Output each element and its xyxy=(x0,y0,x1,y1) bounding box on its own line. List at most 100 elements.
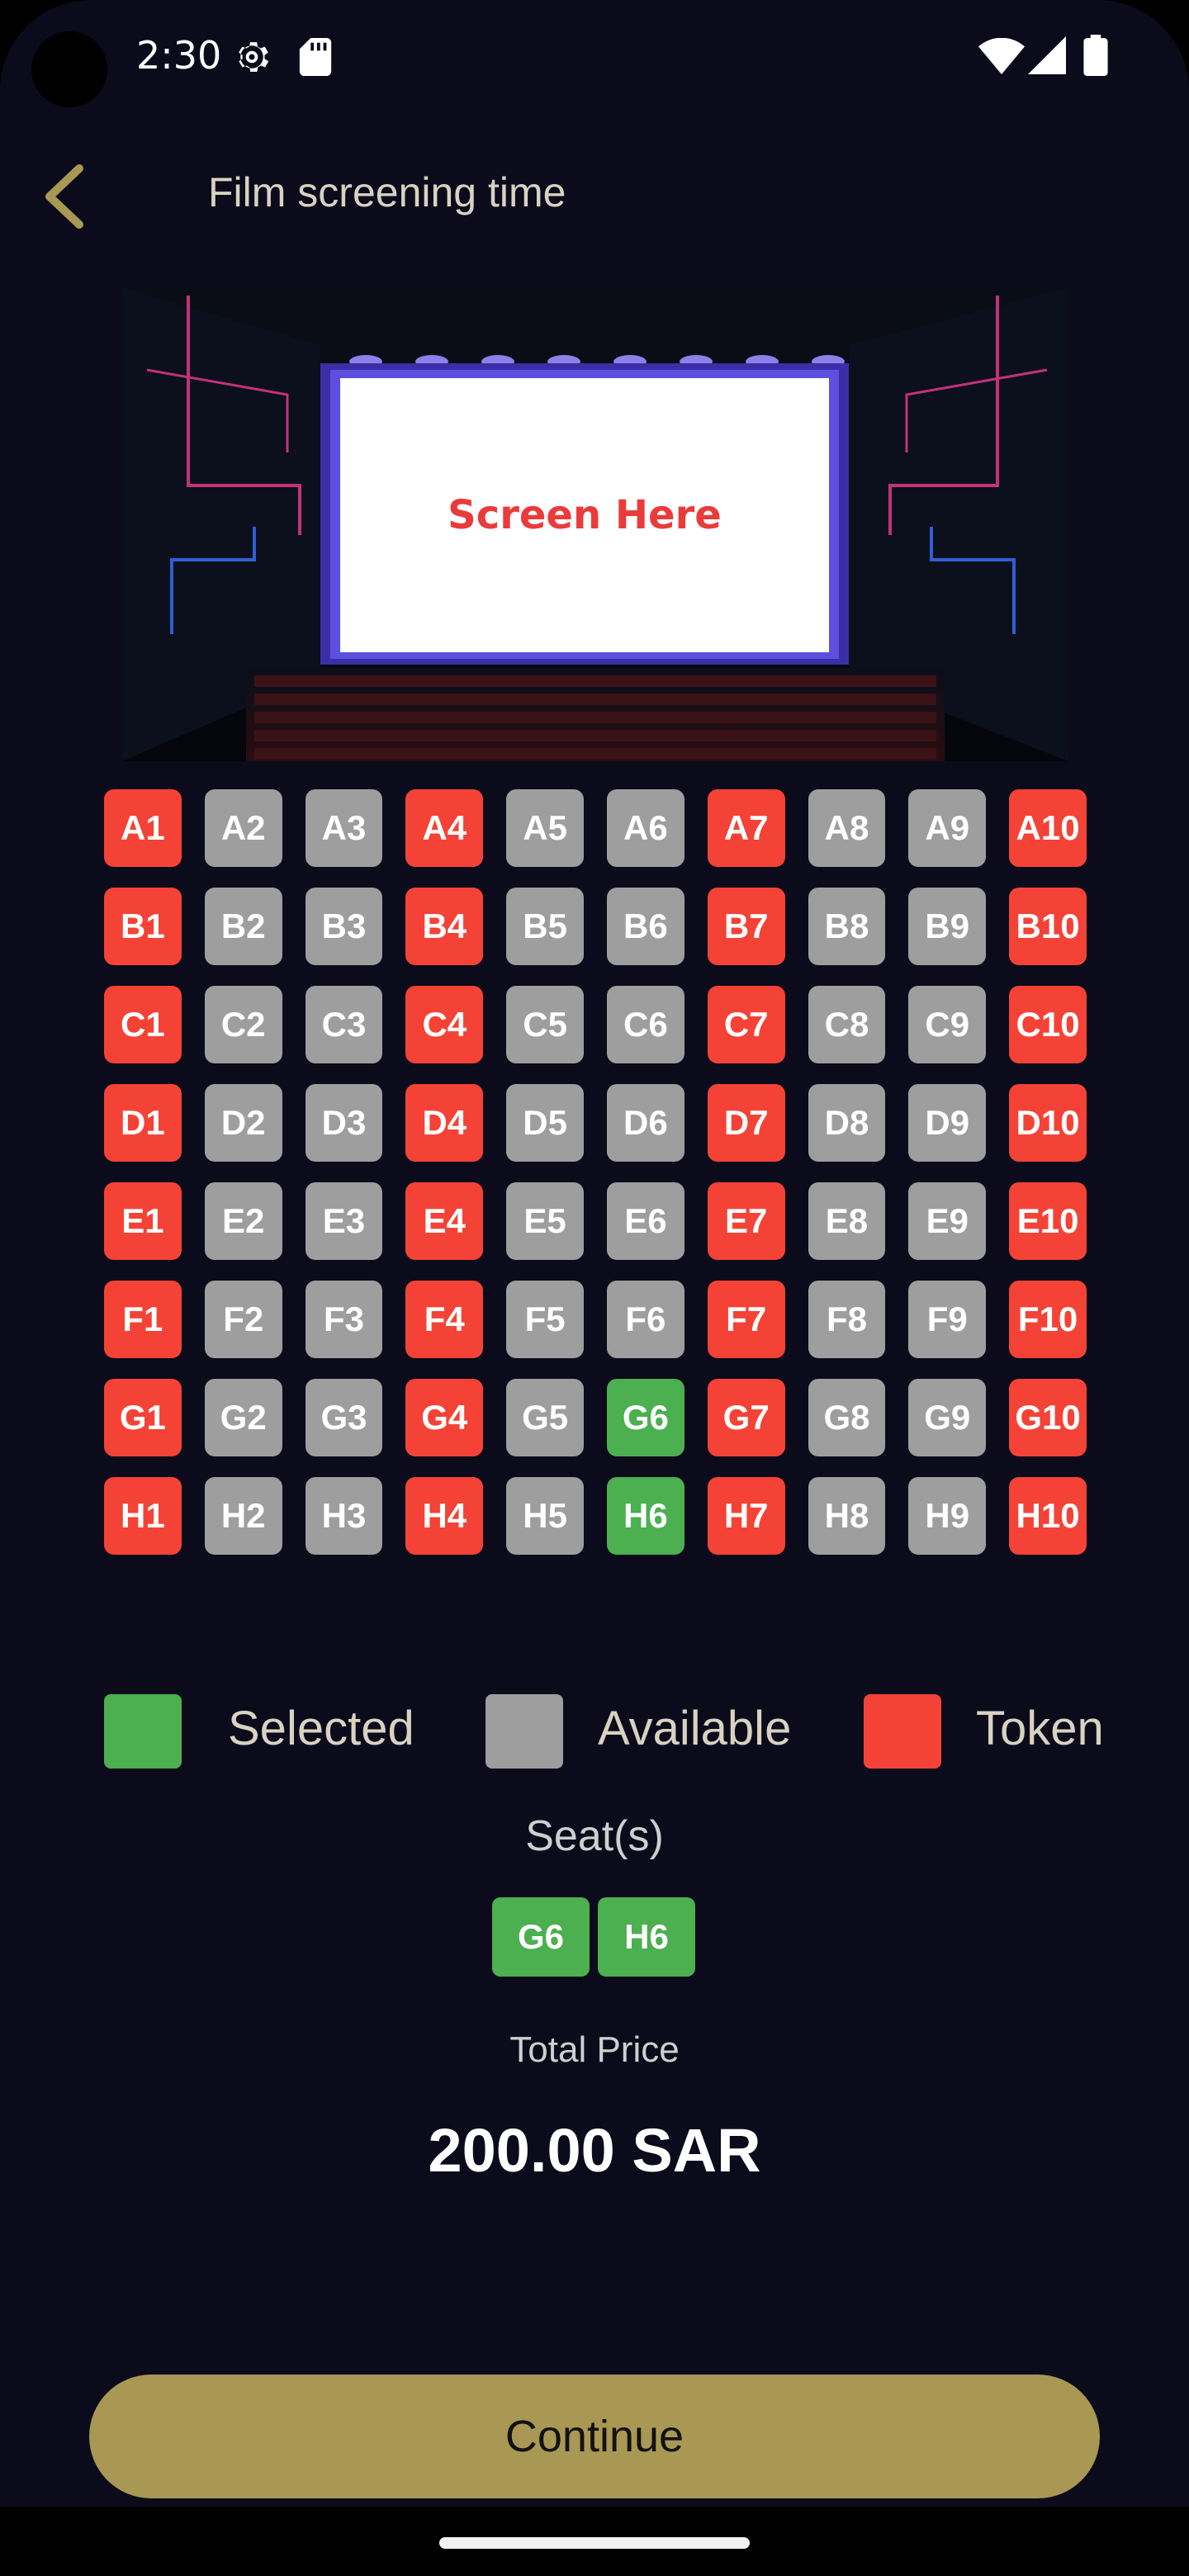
home-indicator[interactable] xyxy=(439,2537,750,2549)
total-price-value: 200.00 SAR xyxy=(428,2116,761,2185)
seat-e6[interactable]: E6 xyxy=(606,1182,685,1260)
seat-e4: E4 xyxy=(405,1182,484,1260)
seat-row-b: B1 B2 B3 B4 B5 B6 B7 B8 B9 B10 xyxy=(104,888,1087,965)
continue-button[interactable]: Continue xyxy=(89,2375,1100,2498)
seat-g1: G1 xyxy=(104,1379,182,1456)
seat-c9[interactable]: C9 xyxy=(908,986,987,1063)
seat-e3[interactable]: E3 xyxy=(305,1182,383,1260)
seat-row-f: F1 F2 F3 F4 F5 F6 F7 F8 F9 F10 xyxy=(104,1281,1087,1358)
seat-a3[interactable]: A3 xyxy=(305,789,383,867)
seat-g3[interactable]: G3 xyxy=(305,1379,383,1456)
seat-b8[interactable]: B8 xyxy=(808,888,886,965)
seat-row-a: A1 A2 A3 A4 A5 A6 A7 A8 A9 A10 xyxy=(104,789,1087,867)
seat-e9[interactable]: E9 xyxy=(908,1182,987,1260)
seat-a7: A7 xyxy=(707,789,785,867)
seat-f10: F10 xyxy=(1009,1281,1087,1358)
seat-a6[interactable]: A6 xyxy=(606,789,685,867)
status-time: 2:30 xyxy=(136,33,222,78)
phone-screen: 2:30 Film screening time Screen Here A1 … xyxy=(0,0,1189,2576)
seat-g6[interactable]: G6 xyxy=(606,1379,685,1456)
cinema-screen-image: Screen Here xyxy=(122,287,1068,761)
seat-d2[interactable]: D2 xyxy=(204,1084,282,1162)
seat-row-c: C1 C2 C3 C4 C5 C6 C7 C8 C9 C10 xyxy=(104,986,1087,1063)
seat-h5[interactable]: H5 xyxy=(506,1477,584,1555)
seat-g4: G4 xyxy=(405,1379,484,1456)
seat-g8[interactable]: G8 xyxy=(808,1379,886,1456)
seat-d8[interactable]: D8 xyxy=(808,1084,886,1162)
seat-c5[interactable]: C5 xyxy=(506,986,584,1063)
seat-h4: H4 xyxy=(405,1477,484,1555)
seat-e8[interactable]: E8 xyxy=(808,1182,886,1260)
seat-row-e: E1 E2 E3 E4 E5 E6 E7 E8 E9 E10 xyxy=(104,1182,1087,1260)
seat-g10: G10 xyxy=(1009,1379,1087,1456)
seat-e2[interactable]: E2 xyxy=(204,1182,282,1260)
seat-b3[interactable]: B3 xyxy=(305,888,383,965)
seat-h7: H7 xyxy=(707,1477,785,1555)
status-bar: 2:30 xyxy=(0,0,1189,116)
sd-card-icon xyxy=(299,38,332,76)
seat-c6[interactable]: C6 xyxy=(606,986,685,1063)
seat-h6[interactable]: H6 xyxy=(606,1477,685,1555)
seat-a1: A1 xyxy=(104,789,182,867)
seat-h9[interactable]: H9 xyxy=(908,1477,987,1555)
seat-e1: E1 xyxy=(104,1182,182,1260)
seat-f9[interactable]: F9 xyxy=(908,1281,987,1358)
seat-h3[interactable]: H3 xyxy=(305,1477,383,1555)
seat-b10: B10 xyxy=(1009,888,1087,965)
wifi-icon xyxy=(978,38,1025,74)
seat-d3[interactable]: D3 xyxy=(305,1084,383,1162)
seat-f3[interactable]: F3 xyxy=(305,1281,383,1358)
seat-d5[interactable]: D5 xyxy=(506,1084,584,1162)
seat-b6[interactable]: B6 xyxy=(606,888,685,965)
legend-token-swatch xyxy=(864,1694,941,1769)
seat-b4: B4 xyxy=(405,888,484,965)
legend-available-label: Available xyxy=(598,1702,792,1755)
seats-label: Seat(s) xyxy=(525,1812,664,1860)
seat-g2[interactable]: G2 xyxy=(204,1379,282,1456)
seat-h10: H10 xyxy=(1009,1477,1087,1555)
seat-f8[interactable]: F8 xyxy=(808,1281,886,1358)
seat-a8[interactable]: A8 xyxy=(808,789,886,867)
screen-label: Screen Here xyxy=(448,492,722,538)
seat-f5[interactable]: F5 xyxy=(506,1281,584,1358)
camera-cutout xyxy=(31,31,107,107)
seat-f4: F4 xyxy=(405,1281,484,1358)
seat-row-d: D1 D2 D3 D4 D5 D6 D7 D8 D9 D10 xyxy=(104,1084,1087,1162)
seat-row-h: H1 H2 H3 H4 H5 H6 H7 H8 H9 H10 xyxy=(104,1477,1087,1555)
seat-b7: B7 xyxy=(707,888,785,965)
seat-grid: A1 A2 A3 A4 A5 A6 A7 A8 A9 A10 B1 B2 B3 B4 B5 B6 B7 B8 B9 B… xyxy=(104,789,1087,1575)
seat-c4: C4 xyxy=(405,986,484,1063)
legend-selected-label: Selected xyxy=(228,1702,414,1755)
seat-a10: A10 xyxy=(1009,789,1087,867)
battery-icon xyxy=(1083,35,1108,76)
legend-token-label: Token xyxy=(976,1702,1104,1755)
seat-g9[interactable]: G9 xyxy=(908,1379,987,1456)
seat-b2[interactable]: B2 xyxy=(204,888,282,965)
seat-c3[interactable]: C3 xyxy=(305,986,383,1063)
seat-b5[interactable]: B5 xyxy=(506,888,584,965)
seat-a5[interactable]: A5 xyxy=(506,789,584,867)
seat-a2[interactable]: A2 xyxy=(204,789,282,867)
seat-a4: A4 xyxy=(405,789,484,867)
seat-d10: D10 xyxy=(1009,1084,1087,1162)
seat-g7: G7 xyxy=(707,1379,785,1456)
seat-h2[interactable]: H2 xyxy=(204,1477,282,1555)
seat-f2[interactable]: F2 xyxy=(204,1281,282,1358)
seat-d6[interactable]: D6 xyxy=(606,1084,685,1162)
seat-h8[interactable]: H8 xyxy=(808,1477,886,1555)
seat-a9[interactable]: A9 xyxy=(908,789,987,867)
back-button[interactable] xyxy=(36,162,89,231)
seat-d9[interactable]: D9 xyxy=(908,1084,987,1162)
seat-e7: E7 xyxy=(707,1182,785,1260)
seat-e5[interactable]: E5 xyxy=(506,1182,584,1260)
seat-c2[interactable]: C2 xyxy=(204,986,282,1063)
seat-c8[interactable]: C8 xyxy=(808,986,886,1063)
chosen-seats: G6 H6 xyxy=(492,1897,703,1977)
gear-icon xyxy=(239,42,269,72)
seat-b1: B1 xyxy=(104,888,182,965)
seat-g5[interactable]: G5 xyxy=(506,1379,584,1456)
total-price-label: Total Price xyxy=(509,2029,680,2070)
seat-b9[interactable]: B9 xyxy=(908,888,987,965)
seat-row-g: G1 G2 G3 G4 G5 G6 G7 G8 G9 G10 xyxy=(104,1379,1087,1456)
seat-f6[interactable]: F6 xyxy=(606,1281,685,1358)
